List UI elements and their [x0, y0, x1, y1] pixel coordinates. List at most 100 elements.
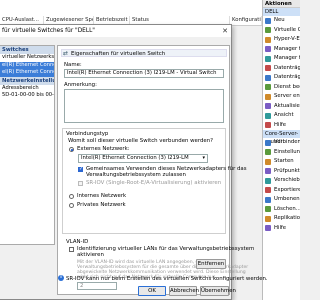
tree-item-switch-selected[interactable]: el(R) Ethernet Connection (3) I21	[0, 61, 54, 69]
vlan-checkbox[interactable]	[69, 247, 74, 252]
share-adapter-checkbox[interactable]	[78, 166, 83, 172]
action-label: Virtuelle Com	[274, 26, 300, 33]
action-icon	[265, 27, 271, 34]
host-action-item[interactable]: Server entfer	[263, 92, 300, 102]
host-action-item[interactable]: Datenträger b	[263, 64, 300, 74]
network-adapter-select[interactable]: Intel(R) Ethernet Connection (3) I219-LM…	[78, 154, 208, 163]
vm-action-item[interactable]: Hilfe	[263, 224, 300, 234]
host-action-item[interactable]: Virtuelle Com	[263, 26, 300, 36]
vm-list-header: CPU-Auslast... Zugewiesener Spei... Betr…	[0, 0, 262, 26]
action-label: Verschieben...	[274, 177, 300, 183]
sriov-checkbox[interactable]	[78, 181, 83, 186]
host-action-item[interactable]: Datenträger ü	[263, 73, 300, 83]
action-label: Manager für v	[274, 45, 300, 52]
vm-action-item[interactable]: Replikation ak	[263, 214, 300, 224]
action-label: Datenträger b	[274, 64, 300, 71]
host-action-item[interactable]: Neu	[263, 16, 300, 26]
tree-item-mac-range[interactable]: Adressbereich	[0, 85, 54, 93]
actions-title: Aktionen	[263, 0, 300, 8]
action-icon	[265, 112, 271, 119]
switch-icon: ⇄	[63, 50, 69, 57]
ok-button[interactable]: OK	[138, 286, 166, 296]
action-icon	[265, 215, 271, 222]
info-icon: i	[58, 275, 64, 281]
action-icon	[265, 93, 271, 100]
action-icon	[265, 168, 271, 175]
notes-label: Anmerkung:	[64, 82, 97, 88]
vm-action-item[interactable]: Exportieren...	[263, 186, 300, 196]
close-icon[interactable]: ✕	[222, 25, 228, 37]
action-label: Löschen...	[274, 205, 300, 212]
vm-action-item[interactable]: Einstellungen	[263, 148, 300, 158]
host-action-item[interactable]: Dienst beend	[263, 83, 300, 93]
action-icon	[265, 177, 271, 184]
action-icon	[265, 187, 271, 194]
switch-tree: Switches virtueller Netzwerkswitch el(R)…	[0, 45, 55, 245]
vm-action-item[interactable]: Prüfpunkt	[263, 167, 300, 177]
vlan-check-label-2: aktivieren	[77, 252, 104, 258]
info-text: SR-IOV kann nur beim Erstellen des virtu…	[66, 276, 268, 282]
action-label: Einstellungen	[274, 148, 300, 155]
notes-textarea[interactable]	[64, 89, 224, 123]
action-label: Hilfe	[274, 224, 287, 231]
vm-action-item[interactable]: Verbinden...	[263, 138, 300, 148]
properties-title: Eigenschaften für virtuellen Switch	[71, 50, 166, 57]
action-label: Prüfpunkt	[274, 167, 300, 174]
tree-header-switches: Switches	[0, 46, 54, 54]
action-icon	[265, 17, 271, 24]
action-icon	[265, 46, 271, 53]
vlan-id-input[interactable]: 2	[77, 282, 117, 290]
external-network-radio[interactable]	[69, 147, 74, 152]
name-label: Name:	[64, 62, 82, 68]
actions-host-header[interactable]: DELL	[263, 8, 300, 16]
action-icon	[265, 196, 271, 203]
action-icon	[265, 74, 271, 81]
host-action-item[interactable]: Manager für v	[263, 54, 300, 64]
connection-type-label: Verbindungstyp	[66, 131, 109, 137]
action-label: Replikation ak	[274, 215, 300, 221]
apply-button[interactable]: Übernehmen	[200, 286, 236, 296]
network-adapter-value: Intel(R) Ethernet Connection (3) I219-LM	[81, 155, 189, 161]
internal-network-radio[interactable]	[69, 194, 74, 199]
cancel-button[interactable]: Abbrechen	[169, 286, 199, 296]
actions-pane: Aktionen DELL Neu Virtuelle Com Hyper-V-Ei…	[262, 0, 300, 300]
action-label: Ansicht	[274, 112, 294, 118]
tree-item-switch-sub[interactable]: el(R) Ethernet Connection (3) 12...	[0, 69, 54, 77]
vm-action-item[interactable]: Verschieben...	[263, 176, 300, 186]
properties-header: ⇄ Eigenschaften für virtuellen Switch	[61, 49, 227, 57]
vm-action-item[interactable]: Umbenennen...	[263, 195, 300, 205]
name-input[interactable]: Intel(R) Ethernet Connection (3) I219-LM…	[64, 69, 224, 78]
host-action-item[interactable]: Ansicht	[263, 111, 300, 121]
action-label: Datenträger ü	[274, 74, 300, 80]
remove-button[interactable]: Entfernen	[196, 259, 226, 269]
action-label: Aktualisieren	[274, 102, 300, 109]
actions-vm-header[interactable]: Core-Server-grundi	[263, 130, 300, 145]
action-label: Server entfer	[274, 93, 300, 99]
action-icon	[265, 122, 271, 129]
private-network-radio[interactable]	[69, 203, 74, 208]
host-action-item[interactable]: Aktualisieren	[263, 102, 300, 112]
internal-network-label: Internes Netzwerk	[77, 193, 127, 199]
chevron-down-icon: ▾	[202, 155, 205, 161]
action-label: Starten	[274, 158, 294, 164]
host-action-item[interactable]: Hyper-V-Einst	[263, 35, 300, 45]
action-icon	[265, 84, 271, 91]
column-config[interactable]: Konfiguratio...	[230, 16, 262, 25]
virtual-switch-manager-dialog: für virtuelle Switches für "DELL" ✕ Swit…	[0, 24, 268, 300]
action-label: Manager für v	[274, 55, 300, 61]
vm-action-item[interactable]: Löschen...	[263, 205, 300, 215]
action-icon	[265, 65, 271, 72]
action-icon	[265, 55, 271, 62]
action-label: Exportieren...	[274, 186, 300, 193]
vm-action-item[interactable]: Starten	[263, 157, 300, 167]
tree-item-new-switch[interactable]: virtueller Netzwerkswitch	[0, 54, 54, 62]
share-adapter-label-2: Verwaltungsbetriebssystem zulassen	[86, 172, 186, 178]
action-icon	[265, 158, 271, 165]
dialog-title: für virtuelle Switches für "DELL"	[2, 28, 95, 34]
action-label: Dienst beend	[274, 83, 300, 90]
host-action-item[interactable]: Manager für v	[263, 45, 300, 55]
action-label: Verbinden...	[274, 139, 300, 145]
action-icon	[265, 206, 271, 213]
host-action-item[interactable]: Hilfe	[263, 121, 300, 131]
action-label: Hilfe	[274, 121, 287, 128]
